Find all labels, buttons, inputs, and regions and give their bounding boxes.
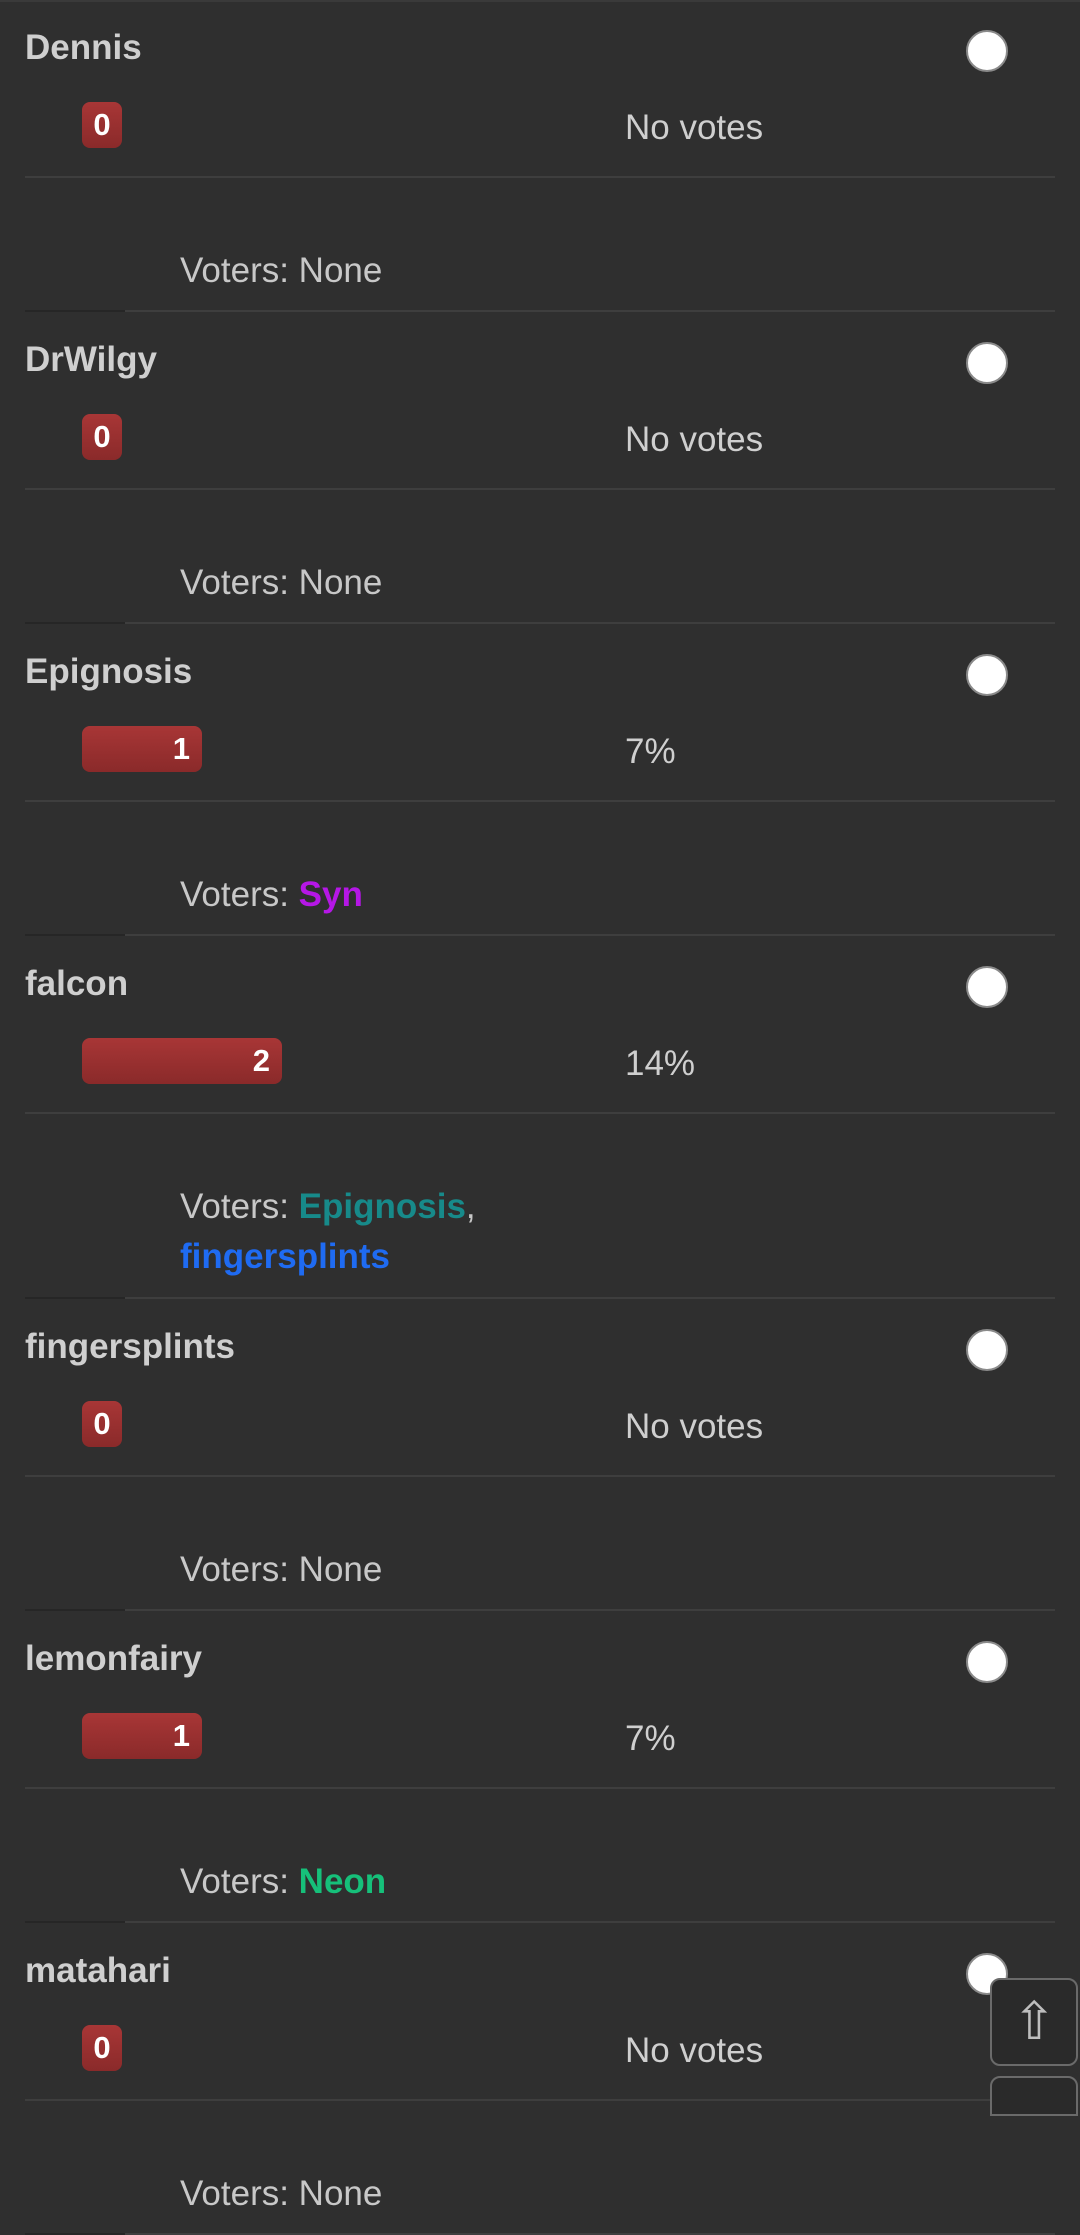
voter-link[interactable]: Neon bbox=[299, 1862, 387, 1901]
option-name: matahari bbox=[25, 1951, 171, 1990]
poll-option: falcon 2 14% Voters: Epignosis, fingersplint… bbox=[0, 936, 1080, 1299]
poll-option: fingersplints 0 No votes Voters: None bbox=[0, 1299, 1080, 1611]
poll-option: lemonfairy 1 7% Voters: Neon bbox=[0, 1611, 1080, 1923]
vote-percentage: No votes bbox=[625, 1407, 764, 1446]
vote-count-bar: 0 bbox=[82, 414, 122, 460]
poll-option: matahari 0 No votes Voters: None bbox=[0, 1923, 1080, 2235]
vote-count-bar: 1 bbox=[82, 726, 202, 772]
voters-prefix: Voters: bbox=[180, 251, 299, 290]
option-name: falcon bbox=[25, 964, 129, 1003]
voters-none: None bbox=[298, 563, 383, 602]
vote-count-label: 0 bbox=[93, 1406, 111, 1441]
voters-prefix: Voters: bbox=[180, 875, 299, 914]
voter-link[interactable]: Epignosis bbox=[299, 1187, 466, 1226]
voters-line: Voters: None bbox=[180, 1545, 780, 1595]
voter-link[interactable]: Syn bbox=[299, 875, 363, 914]
secondary-floating-button[interactable] bbox=[990, 2076, 1078, 2116]
voters-prefix: Voters: bbox=[180, 1862, 299, 1901]
vote-count-label: 1 bbox=[172, 1718, 190, 1753]
voters-none: None bbox=[298, 1550, 383, 1589]
vote-radio-button[interactable] bbox=[966, 342, 1008, 384]
vote-percentage: No votes bbox=[625, 2031, 764, 2070]
option-name: DrWilgy bbox=[25, 340, 157, 379]
voters-prefix: Voters: bbox=[180, 1187, 299, 1226]
vote-count-bar: 1 bbox=[82, 1713, 202, 1759]
poll-option: DrWilgy 0 No votes Voters: None bbox=[0, 312, 1080, 624]
option-name: fingersplints bbox=[25, 1327, 236, 1366]
vote-percentage: 7% bbox=[625, 732, 676, 771]
option-divider bbox=[25, 800, 1055, 802]
voters-line: Voters: None bbox=[180, 246, 780, 296]
vote-count-bar: 0 bbox=[82, 1401, 122, 1447]
voters-prefix: Voters: bbox=[180, 2174, 299, 2213]
voter-link[interactable]: fingersplints bbox=[180, 1237, 390, 1276]
option-divider bbox=[25, 1475, 1055, 1477]
poll-option: Epignosis 1 7% Voters: Syn bbox=[0, 624, 1080, 936]
voters-none: None bbox=[298, 251, 383, 290]
vote-count-label: 1 bbox=[172, 731, 190, 766]
poll-option: Dennis 0 No votes Voters: None bbox=[0, 0, 1080, 312]
option-name: lemonfairy bbox=[25, 1639, 202, 1678]
vote-count-bar: 0 bbox=[82, 2025, 122, 2071]
option-name: Dennis bbox=[25, 28, 142, 67]
option-divider bbox=[25, 1787, 1055, 1789]
vote-count-label: 0 bbox=[93, 419, 111, 454]
voters-line: Voters: None bbox=[180, 2169, 780, 2219]
vote-percentage: 7% bbox=[625, 1719, 676, 1758]
vote-count-label: 0 bbox=[93, 107, 111, 142]
vote-percentage: No votes bbox=[625, 420, 764, 459]
voters-line: Voters: Epignosis, fingersplints bbox=[180, 1182, 780, 1282]
voters-line: Voters: None bbox=[180, 558, 780, 608]
vote-percentage: No votes bbox=[625, 108, 764, 147]
voters-prefix: Voters: bbox=[180, 563, 299, 602]
vote-count-bar: 0 bbox=[82, 102, 122, 148]
vote-radio-button[interactable] bbox=[966, 966, 1008, 1008]
vote-percentage: 14% bbox=[625, 1044, 696, 1083]
voters-none: None bbox=[298, 2174, 383, 2213]
option-divider bbox=[25, 488, 1055, 490]
option-name: Epignosis bbox=[25, 652, 193, 691]
option-divider bbox=[25, 176, 1055, 178]
voters-line: Voters: Neon bbox=[180, 1857, 780, 1907]
vote-count-bar: 2 bbox=[82, 1038, 282, 1084]
up-arrow-icon: ⇧ bbox=[1012, 1993, 1056, 2051]
option-divider bbox=[25, 1112, 1055, 1114]
vote-count-label: 2 bbox=[252, 1043, 270, 1078]
voters-prefix: Voters: bbox=[180, 1550, 299, 1589]
vote-radio-button[interactable] bbox=[966, 654, 1008, 696]
scroll-to-top-button[interactable]: ⇧ bbox=[990, 1978, 1078, 2066]
vote-radio-button[interactable] bbox=[966, 1329, 1008, 1371]
vote-radio-button[interactable] bbox=[966, 30, 1008, 72]
voters-line: Voters: Syn bbox=[180, 870, 780, 920]
voter-separator: , bbox=[465, 1187, 476, 1226]
poll-options-list: Dennis 0 No votes Voters: None DrWilgy 0 No vo… bbox=[0, 0, 1080, 2235]
vote-count-label: 0 bbox=[93, 2030, 111, 2065]
vote-radio-button[interactable] bbox=[966, 1641, 1008, 1683]
